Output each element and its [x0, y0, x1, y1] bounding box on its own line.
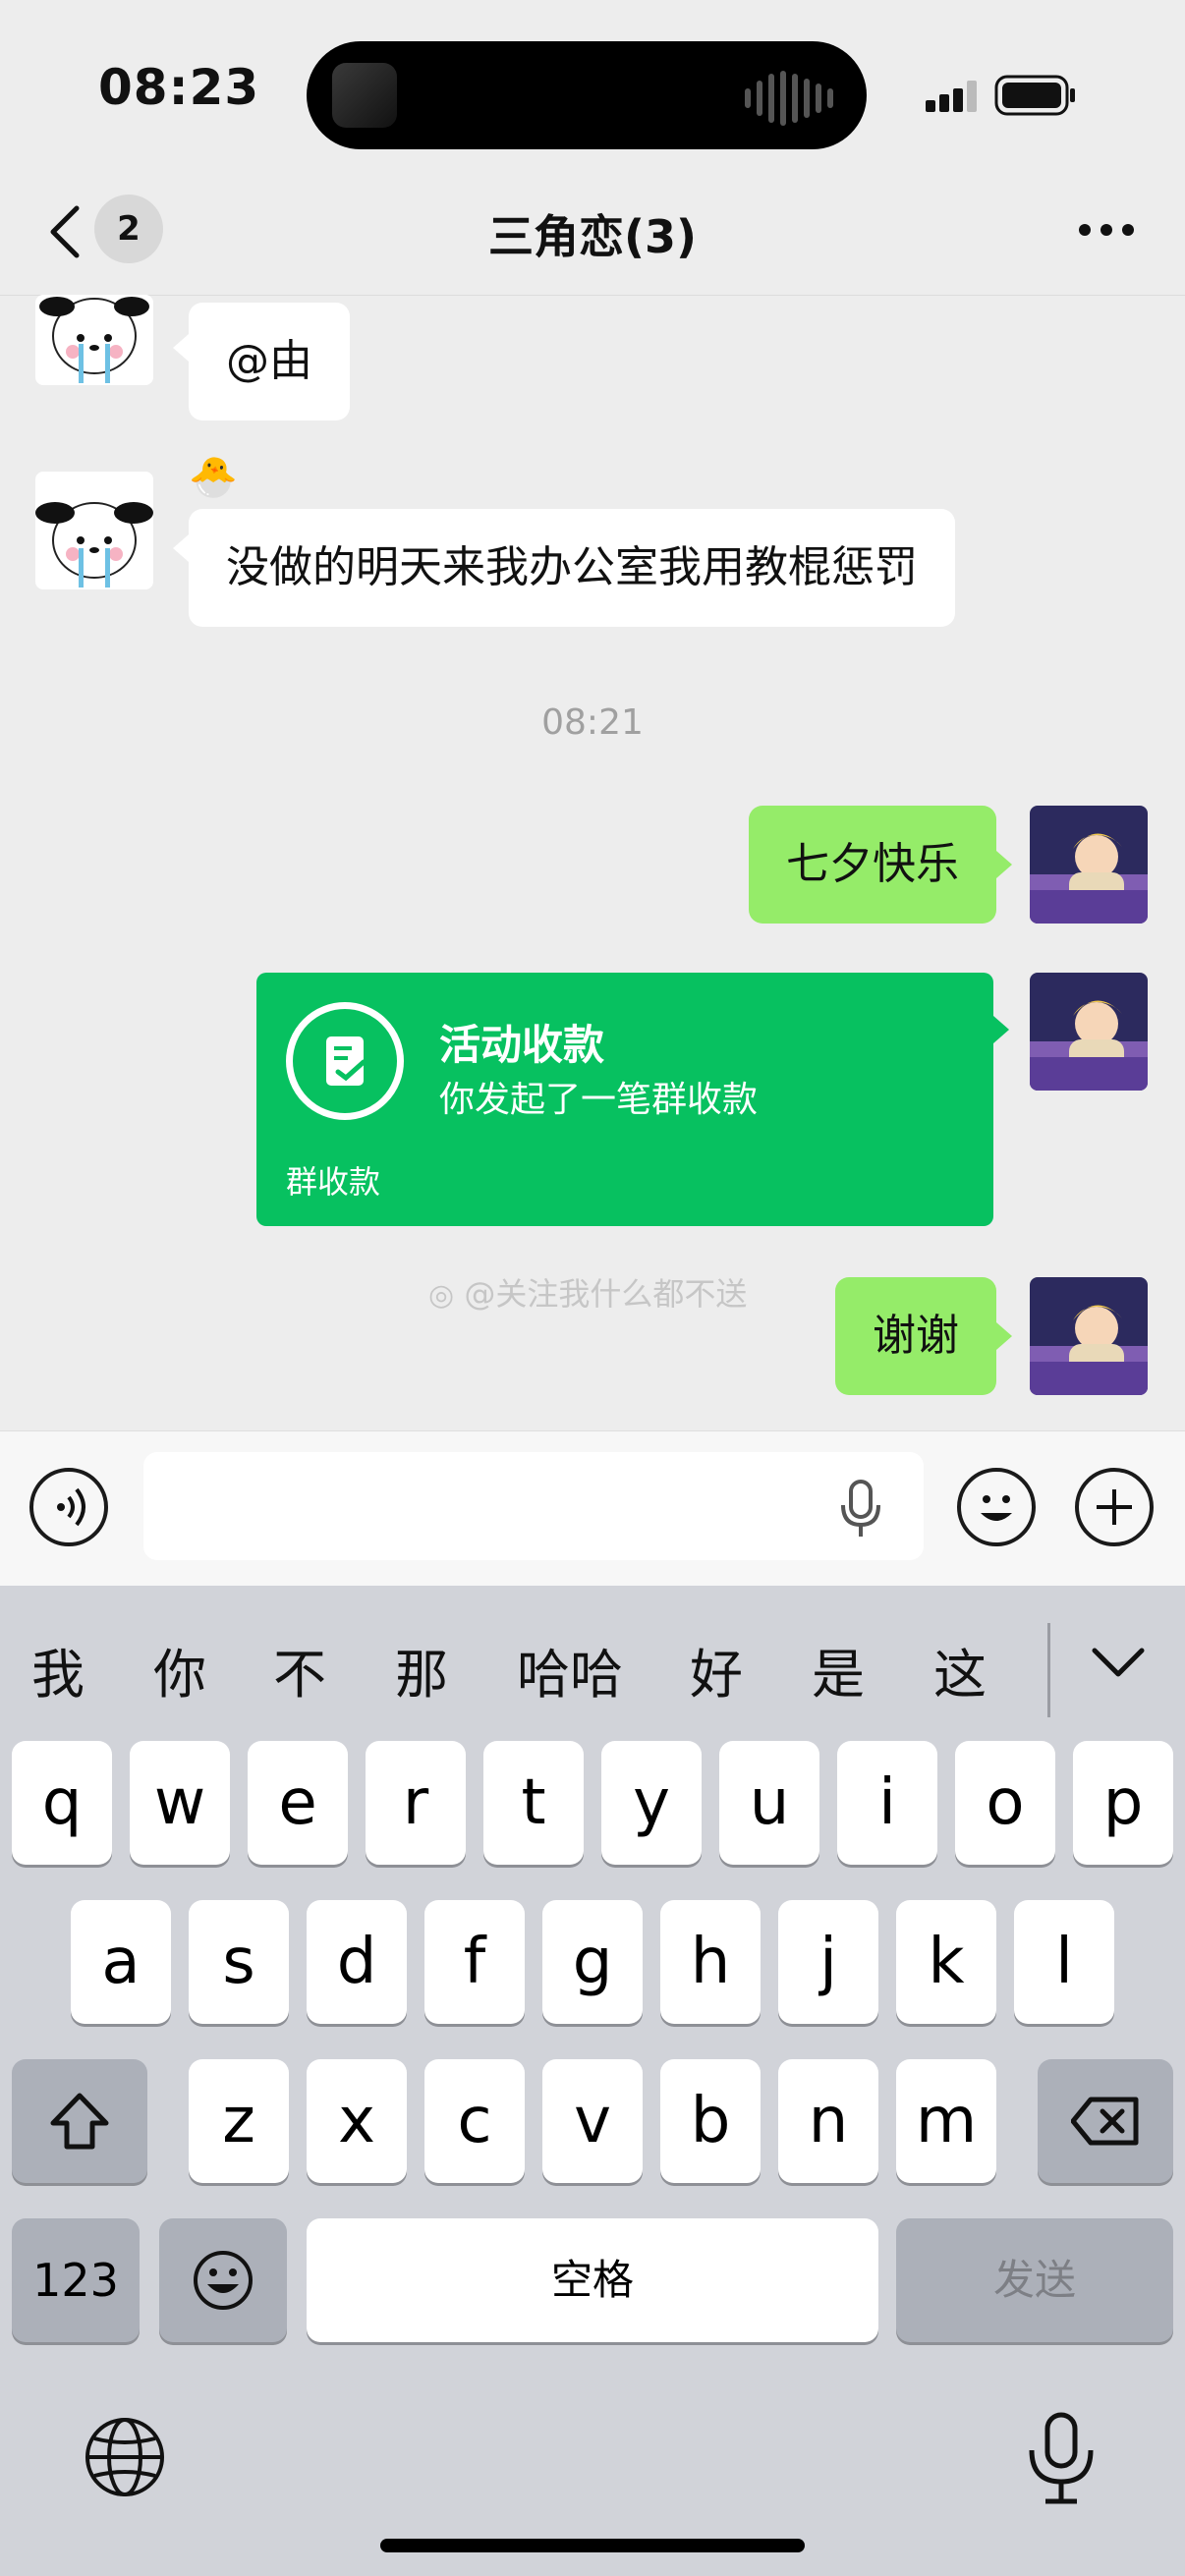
sleeping-girl-avatar-icon — [1030, 973, 1148, 1091]
message-input[interactable] — [143, 1452, 924, 1560]
candidate-word[interactable]: 哈哈 — [517, 1631, 623, 1708]
payment-title: 活动收款 — [439, 1021, 605, 1069]
key[interactable]: i — [837, 1741, 937, 1865]
shift-arrow-icon — [50, 2093, 109, 2150]
shift-key[interactable] — [12, 2059, 147, 2183]
message-bubble[interactable]: 谢谢 — [835, 1277, 996, 1395]
sender-avatar[interactable] — [35, 295, 153, 385]
sleeping-girl-avatar-icon — [1030, 806, 1148, 924]
candidate-word[interactable]: 不 — [273, 1631, 326, 1708]
microphone-icon[interactable] — [839, 1478, 882, 1540]
key[interactable]: j — [778, 1900, 878, 2024]
dictation-mic-icon[interactable] — [1022, 2409, 1100, 2507]
candidate-word[interactable]: 我 — [31, 1631, 85, 1708]
globe-icon[interactable] — [83, 2415, 167, 2499]
payment-footer: 群收款 — [286, 1163, 381, 1201]
audio-wave-icon — [745, 71, 833, 126]
candidate-divider — [1047, 1623, 1050, 1717]
camera-thumbnail — [332, 63, 397, 128]
candidate-word[interactable]: 好 — [690, 1631, 743, 1708]
sender-avatar[interactable] — [35, 472, 153, 589]
watermark-text: @关注我什么都不送 — [464, 1275, 748, 1313]
payment-subtitle: 你发起了一笔群收款 — [439, 1080, 759, 1120]
bubble-tail — [996, 1322, 1012, 1350]
bubble-tail — [173, 334, 189, 362]
key[interactable]: u — [719, 1741, 819, 1865]
emoji-key[interactable] — [159, 2218, 287, 2342]
home-indicator[interactable] — [380, 2539, 805, 2552]
smiley-icon — [981, 1495, 1012, 1521]
sticker-emoji: 🐣 — [189, 455, 238, 500]
bubble-tail — [996, 851, 1012, 878]
candidate-word[interactable]: 这 — [933, 1631, 987, 1708]
key[interactable]: s — [189, 1900, 289, 2024]
key[interactable]: g — [542, 1900, 643, 2024]
key[interactable]: m — [896, 2059, 996, 2183]
group-payment-card[interactable]: 活动收款 你发起了一笔群收款 群收款 — [256, 973, 993, 1226]
key[interactable]: h — [660, 1900, 761, 2024]
key[interactable]: r — [366, 1741, 466, 1865]
candidate-word[interactable]: 那 — [395, 1631, 448, 1708]
backspace-key[interactable] — [1038, 2059, 1173, 2183]
emoji-button[interactable] — [957, 1468, 1036, 1546]
dynamic-island — [307, 41, 867, 149]
voice-icon — [57, 1487, 85, 1527]
key[interactable]: f — [424, 1900, 525, 2024]
my-avatar[interactable] — [1030, 806, 1148, 924]
watermark: ◎ @关注我什么都不送 — [428, 1269, 747, 1315]
key[interactable]: c — [424, 2059, 525, 2183]
candidate-word[interactable]: 是 — [812, 1631, 865, 1708]
key[interactable]: o — [955, 1741, 1055, 1865]
space-key[interactable]: 空格 — [307, 2218, 878, 2342]
key[interactable]: x — [307, 2059, 407, 2183]
key[interactable]: a — [71, 1900, 171, 2024]
cellular-signal-icon — [926, 81, 977, 112]
key[interactable]: p — [1073, 1741, 1173, 1865]
message-bubble[interactable]: 七夕快乐 — [749, 806, 996, 924]
voice-mode-button[interactable] — [29, 1468, 108, 1546]
puppy-avatar-icon — [35, 502, 153, 588]
key[interactable]: z — [189, 2059, 289, 2183]
my-avatar[interactable] — [1030, 973, 1148, 1091]
battery-icon — [994, 75, 1075, 116]
key[interactable]: k — [896, 1900, 996, 2024]
emoji-icon — [194, 2251, 253, 2310]
plus-icon — [1097, 1489, 1132, 1525]
key[interactable]: e — [248, 1741, 348, 1865]
message-bubble[interactable]: @由 — [189, 303, 350, 420]
key[interactable]: t — [483, 1741, 584, 1865]
weibo-icon: ◎ — [428, 1278, 455, 1313]
status-time: 08:23 — [98, 59, 260, 116]
bubble-tail — [173, 534, 189, 562]
bubble-tail — [993, 1016, 1009, 1043]
backspace-icon — [1071, 2097, 1139, 2146]
key[interactable]: l — [1014, 1900, 1114, 2024]
key[interactable]: y — [601, 1741, 702, 1865]
more-actions-button[interactable] — [1075, 1468, 1154, 1546]
my-avatar[interactable] — [1030, 1277, 1148, 1395]
chat-title: 三角恋(3) — [487, 210, 698, 263]
key[interactable]: v — [542, 2059, 643, 2183]
key[interactable]: n — [778, 2059, 878, 2183]
send-key[interactable]: 发送 — [896, 2218, 1173, 2342]
receipt-check-icon — [286, 1002, 404, 1120]
puppy-avatar-icon — [39, 297, 149, 383]
more-options-icon[interactable] — [1077, 220, 1136, 240]
key[interactable]: d — [307, 1900, 407, 2024]
message-timestamp: 08:21 — [541, 702, 644, 743]
message-bubble[interactable]: 没做的明天来我办公室我用教棍惩罚 — [189, 509, 955, 627]
key[interactable]: b — [660, 2059, 761, 2183]
sleeping-girl-avatar-icon — [1030, 1277, 1148, 1395]
numbers-key[interactable]: 123 — [12, 2218, 140, 2342]
key[interactable]: q — [12, 1741, 112, 1865]
expand-candidates-icon[interactable] — [1089, 1643, 1148, 1682]
key[interactable]: w — [130, 1741, 230, 1865]
candidate-word[interactable]: 你 — [153, 1631, 206, 1708]
